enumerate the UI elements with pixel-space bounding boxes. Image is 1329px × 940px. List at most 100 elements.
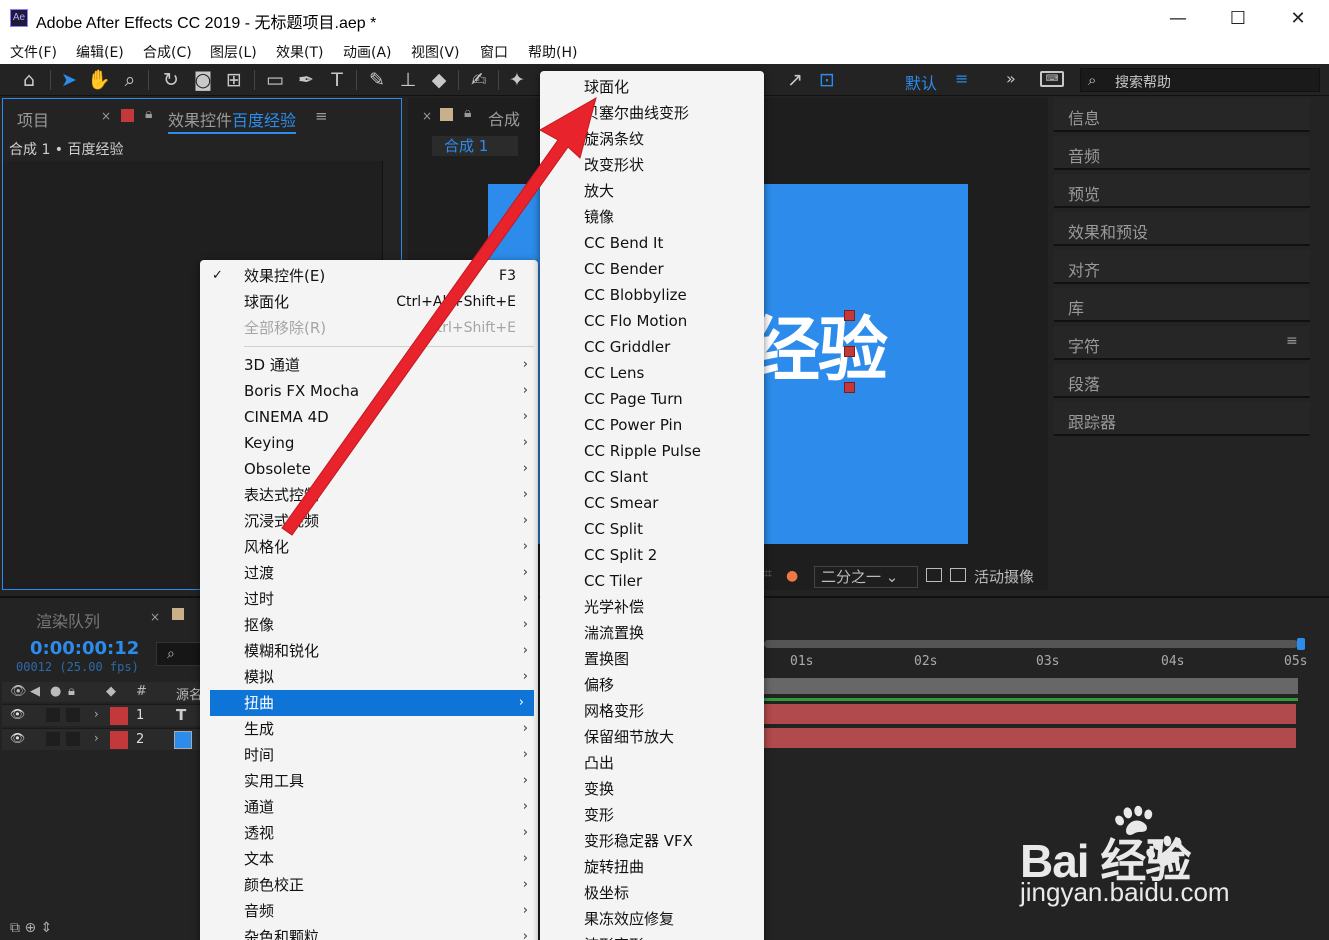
menu-category-item[interactable]: 3D 通道 ›: [200, 352, 538, 378]
work-area-bar[interactable]: [764, 678, 1298, 694]
rectangle-tool-icon[interactable]: ▭: [262, 67, 288, 93]
menu-category-item[interactable]: 模糊和锐化 ›: [200, 638, 538, 664]
distort-effect-item[interactable]: CC Split: [540, 516, 764, 542]
camera-tool-icon[interactable]: ◙: [190, 67, 216, 93]
menu-item-effect-controls[interactable]: ✓ 效果控件(E) F3: [200, 263, 538, 289]
menu-layer[interactable]: 图层(L): [210, 42, 257, 62]
menu-category-item[interactable]: 时间 ›: [200, 742, 538, 768]
eraser-tool-icon[interactable]: ◆: [426, 67, 452, 93]
menu-category-item[interactable]: 过时 ›: [200, 586, 538, 612]
menu-category-item[interactable]: 沉浸式视频 ›: [200, 508, 538, 534]
close-tab-icon[interactable]: ×: [422, 109, 432, 123]
clone-stamp-tool-icon[interactable]: ⊥: [395, 67, 421, 93]
selection-tool-icon[interactable]: ➤: [56, 67, 82, 93]
close-tab-icon[interactable]: ×: [150, 610, 160, 624]
distort-effect-item[interactable]: CC Smear: [540, 490, 764, 516]
expand-chevron-icon[interactable]: ›: [94, 731, 99, 745]
type-tool-icon[interactable]: T: [324, 67, 350, 93]
menu-category-item[interactable]: 抠像 ›: [200, 612, 538, 638]
search-help-field[interactable]: ⌕ 搜索帮助: [1080, 68, 1320, 92]
distort-effect-item[interactable]: CC Griddler: [540, 334, 764, 360]
puppet-pin-tool-icon[interactable]: ✦: [504, 67, 530, 93]
distort-effect-item[interactable]: 偏移: [540, 672, 764, 698]
eye-icon[interactable]: 👁︎: [10, 731, 25, 745]
distort-effect-item[interactable]: 旋涡条纹: [540, 126, 764, 152]
menu-view[interactable]: 视图(V): [411, 42, 460, 62]
menu-item-last-effect[interactable]: 球面化 Ctrl+Alt+Shift+E: [200, 289, 538, 315]
home-icon[interactable]: ⌂: [16, 67, 42, 93]
keyboard-shortcuts-icon[interactable]: ⌨: [1040, 71, 1064, 87]
resolution-dropdown[interactable]: 二分之一 ⌄: [814, 566, 918, 588]
distort-effect-item[interactable]: CC Power Pin: [540, 412, 764, 438]
lock-icon[interactable]: 🔒︎: [464, 105, 471, 121]
distort-effect-item[interactable]: CC Lens: [540, 360, 764, 386]
canvas-text-layer[interactable]: 经验: [750, 294, 888, 395]
distort-effect-item[interactable]: 变换: [540, 776, 764, 802]
lock-icon[interactable]: 🔒︎: [68, 684, 75, 699]
comp-name-chip[interactable]: 合成 1: [432, 136, 518, 156]
lock-icon[interactable]: 🔒︎: [145, 106, 152, 122]
label-tag-icon[interactable]: ◆: [106, 684, 116, 699]
layer-search-input[interactable]: ⌕: [156, 642, 206, 666]
roto-brush-tool-icon[interactable]: ✍: [466, 67, 492, 93]
distort-effect-item[interactable]: 极坐标: [540, 880, 764, 906]
solo-icon[interactable]: ●: [50, 684, 61, 699]
menu-window[interactable]: 窗口: [480, 42, 508, 62]
more-workspaces-icon[interactable]: »: [1006, 69, 1016, 88]
distort-effect-item[interactable]: 旋转扭曲: [540, 854, 764, 880]
rotate-tool-icon[interactable]: ↻: [158, 67, 184, 93]
eye-icon[interactable]: 👁︎: [10, 684, 27, 699]
distort-effect-item[interactable]: 贝塞尔曲线变形: [540, 100, 764, 126]
distort-effect-item[interactable]: CC Blobbylize: [540, 282, 764, 308]
maximize-button[interactable]: ☐: [1218, 6, 1258, 32]
distort-effect-item[interactable]: 置换图: [540, 646, 764, 672]
panel-preview[interactable]: 预览: [1054, 174, 1310, 208]
menu-animation[interactable]: 动画(A): [343, 42, 392, 62]
menu-category-item[interactable]: 过渡 ›: [200, 560, 538, 586]
distort-effect-item[interactable]: 保留细节放大: [540, 724, 764, 750]
menu-category-item[interactable]: Boris FX Mocha ›: [200, 378, 538, 404]
panel-paragraph[interactable]: 段落: [1054, 364, 1310, 398]
panel-info[interactable]: 信息: [1054, 98, 1310, 132]
layer-duration-bar[interactable]: [764, 704, 1296, 724]
distort-effect-item[interactable]: 凸出: [540, 750, 764, 776]
panel-tracker[interactable]: 跟踪器: [1054, 402, 1310, 436]
distort-effect-item[interactable]: CC Page Turn: [540, 386, 764, 412]
panel-character[interactable]: 字符 ≡: [1054, 326, 1310, 360]
menu-edit[interactable]: 编辑(E): [76, 42, 124, 62]
distort-effect-item[interactable]: CC Flo Motion: [540, 308, 764, 334]
transform-handle[interactable]: [844, 382, 855, 393]
menu-category-item[interactable]: 模拟 ›: [200, 664, 538, 690]
distort-effect-item[interactable]: 变形稳定器 VFX: [540, 828, 764, 854]
current-timecode[interactable]: 0:00:00:12: [30, 638, 139, 659]
menu-category-item[interactable]: Obsolete ›: [200, 456, 538, 482]
distort-effect-item[interactable]: CC Ripple Pulse: [540, 438, 764, 464]
distort-effect-item[interactable]: 变形: [540, 802, 764, 828]
distort-effect-item[interactable]: CC Bend It: [540, 230, 764, 256]
distort-effect-item[interactable]: 镜像: [540, 204, 764, 230]
distort-effect-item[interactable]: 放大: [540, 178, 764, 204]
menu-category-item[interactable]: 通道 ›: [200, 794, 538, 820]
workspace-menu-icon[interactable]: ≡: [955, 69, 968, 88]
menu-help[interactable]: 帮助(H): [528, 42, 577, 62]
panel-menu-icon[interactable]: ≡: [315, 107, 328, 125]
menu-category-item[interactable]: Keying ›: [200, 430, 538, 456]
brush-tool-icon[interactable]: ✎: [364, 67, 390, 93]
distort-effect-item[interactable]: 湍流置换: [540, 620, 764, 646]
layer-row[interactable]: 👁︎ › 1 T: [2, 704, 202, 726]
pen-tool-icon[interactable]: ✒: [293, 67, 319, 93]
time-navigator[interactable]: [764, 640, 1298, 648]
zoom-tool-icon[interactable]: ⌕: [117, 67, 143, 93]
timeline-footer-icons[interactable]: ⧉ ⊕ ⇕: [10, 920, 52, 936]
panel-audio[interactable]: 音频: [1054, 136, 1310, 170]
active-camera-dropdown[interactable]: 活动摄像: [974, 566, 1034, 588]
pan-behind-tool-icon[interactable]: ⊞: [221, 67, 247, 93]
layer-label-color[interactable]: [110, 707, 128, 725]
distort-effect-item[interactable]: CC Tiler: [540, 568, 764, 594]
eye-icon[interactable]: 👁︎: [10, 707, 25, 721]
distort-effect-item[interactable]: 球面化: [540, 74, 764, 100]
snap-icon[interactable]: ↗: [782, 67, 808, 93]
panel-align[interactable]: 对齐: [1054, 250, 1310, 284]
layer-row[interactable]: 👁︎ › 2: [2, 728, 202, 750]
menu-category-item[interactable]: 表达式控制 ›: [200, 482, 538, 508]
